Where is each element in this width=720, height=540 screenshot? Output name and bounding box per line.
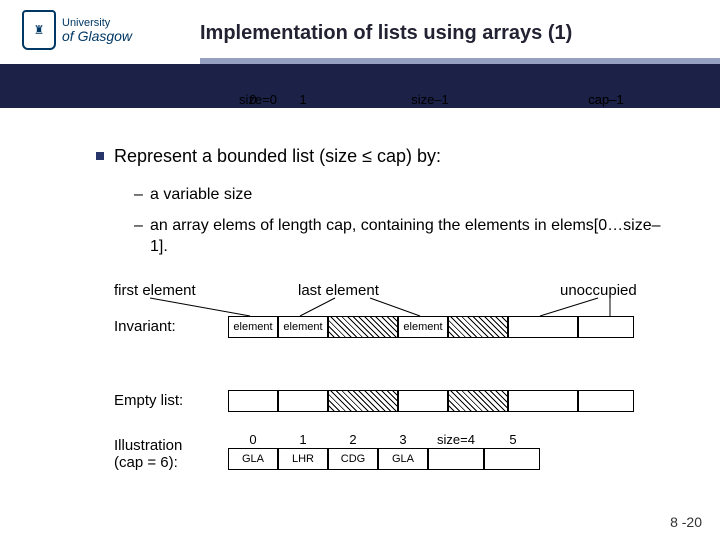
emp-index-cap: cap–1 — [576, 92, 636, 107]
inv-cell-gap — [448, 316, 508, 338]
bullet-square-icon — [96, 152, 104, 160]
ill-cell-3: GLA — [378, 448, 428, 470]
bullet-sub2-text: an array elems of length cap, containing… — [150, 217, 661, 255]
bullet-sub1-text: a variable size — [150, 186, 252, 203]
illustration-l1: Illustration — [114, 437, 182, 454]
inv-cell-ellipsis — [328, 316, 398, 338]
ill-cell-1: LHR — [278, 448, 328, 470]
emp-cell — [398, 390, 448, 412]
ill-index-2: 2 — [328, 432, 378, 447]
inv-index-size: size–1 — [400, 92, 460, 107]
inv-cell-unocc-2 — [578, 316, 634, 338]
ill-index-1: 1 — [278, 432, 328, 447]
inv-cell-unocc-1 — [508, 316, 578, 338]
row-label-empty: Empty list: — [114, 392, 183, 409]
emp-cell-gap — [448, 390, 508, 412]
inv-cell-1: element — [278, 316, 328, 338]
ill-index-4: size=4 — [428, 432, 484, 447]
row-label-invariant: Invariant: — [114, 318, 176, 335]
inv-cell-0: element — [228, 316, 278, 338]
slide-title: Implementation of lists using arrays (1) — [200, 22, 572, 45]
row-label-illustration: Illustration (cap = 6): — [114, 438, 182, 471]
ill-cell-4 — [428, 448, 484, 470]
logo-line1: University — [62, 18, 132, 29]
label-last-element: last element — [298, 282, 379, 299]
header: ♜ University of Glasgow Implementation o… — [0, 0, 720, 64]
emp-cell — [278, 390, 328, 412]
dash-icon: – — [134, 216, 143, 237]
illustration-l2: (cap = 6): — [114, 454, 178, 471]
ill-index-3: 3 — [378, 432, 428, 447]
inv-cell-size-1: element — [398, 316, 448, 338]
emp-cell — [578, 390, 634, 412]
logo-text: University of Glasgow — [62, 18, 132, 43]
logo-line2: of Glasgow — [62, 29, 132, 43]
ill-index-0: 0 — [228, 432, 278, 447]
emp-index-size: size=0 — [228, 92, 288, 107]
slide: ♜ University of Glasgow Implementation o… — [0, 0, 720, 540]
emp-cell — [228, 390, 278, 412]
label-first-element: first element — [114, 282, 196, 299]
ill-index-5: 5 — [488, 432, 538, 447]
bullet-sub-2: – an array elems of length cap, containi… — [150, 216, 670, 258]
bullet-main: Represent a bounded list (size ≤ cap) by… — [114, 146, 674, 167]
ill-cell-5 — [484, 448, 540, 470]
bullet-sub-1: – a variable size — [150, 186, 670, 204]
emp-cell — [508, 390, 578, 412]
crest-icon: ♜ — [22, 10, 56, 50]
ill-cell-0: GLA — [228, 448, 278, 470]
emp-cell-ellipsis — [328, 390, 398, 412]
label-unoccupied: unoccupied — [560, 282, 637, 299]
bullet-main-text: Represent a bounded list (size ≤ cap) by… — [114, 146, 441, 166]
university-logo: ♜ University of Glasgow — [22, 8, 172, 52]
slide-body: Represent a bounded list (size ≤ cap) by… — [0, 108, 720, 508]
dash-icon: – — [134, 186, 143, 204]
ill-cell-2: CDG — [328, 448, 378, 470]
slide-number: 8 -20 — [670, 514, 702, 530]
